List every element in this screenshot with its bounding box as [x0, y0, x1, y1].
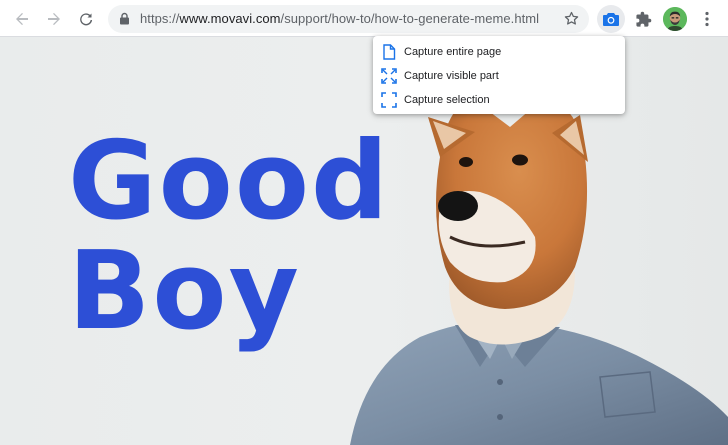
capture-selection-label: Capture selection: [404, 94, 490, 106]
meme-caption-line-1: Good: [68, 119, 391, 244]
url-prefix: https://: [140, 11, 180, 26]
capture-entire-page-label: Capture entire page: [404, 46, 502, 58]
arrow-right-icon: [48, 13, 60, 25]
lock-icon: [120, 12, 129, 25]
extensions-button[interactable]: [629, 5, 657, 33]
capture-selection-item[interactable]: Capture selection: [373, 88, 625, 112]
screenshot-extension-button[interactable]: [597, 5, 625, 33]
browser-toolbar: https://www.movavi.com/support/how-to/ho…: [0, 0, 728, 37]
url-host: www.movavi.com: [179, 11, 281, 26]
puzzle-icon: [635, 11, 651, 27]
url-path: /support/how-to/how-to-generate-meme.htm…: [280, 11, 540, 26]
address-bar[interactable]: https://www.movavi.com/support/how-to/ho…: [108, 5, 589, 33]
capture-visible-part-label: Capture visible part: [404, 70, 499, 82]
selection-corners-icon: [380, 91, 398, 109]
url-text[interactable]: https://www.movavi.com/support/how-to/ho…: [140, 11, 539, 26]
reload-button[interactable]: [72, 5, 100, 33]
avatar-image: [663, 7, 687, 31]
arrow-left-icon: [16, 13, 28, 25]
expand-corners-icon: [380, 67, 398, 85]
profile-avatar[interactable]: [663, 7, 687, 31]
page-icon: [380, 43, 398, 61]
star-icon[interactable]: [563, 10, 580, 27]
forward-button[interactable]: [40, 5, 68, 33]
more-vert-icon: [705, 11, 709, 27]
reload-icon: [80, 13, 93, 26]
back-button[interactable]: [8, 5, 36, 33]
screenshot-capture-menu: Capture entire page Capture visible part…: [373, 36, 625, 114]
capture-entire-page-item[interactable]: Capture entire page: [373, 40, 625, 64]
camera-icon: [603, 13, 619, 26]
capture-visible-part-item[interactable]: Capture visible part: [373, 64, 625, 88]
browser-menu-button[interactable]: [693, 5, 721, 33]
meme-caption-line-2: Boy: [68, 229, 301, 354]
